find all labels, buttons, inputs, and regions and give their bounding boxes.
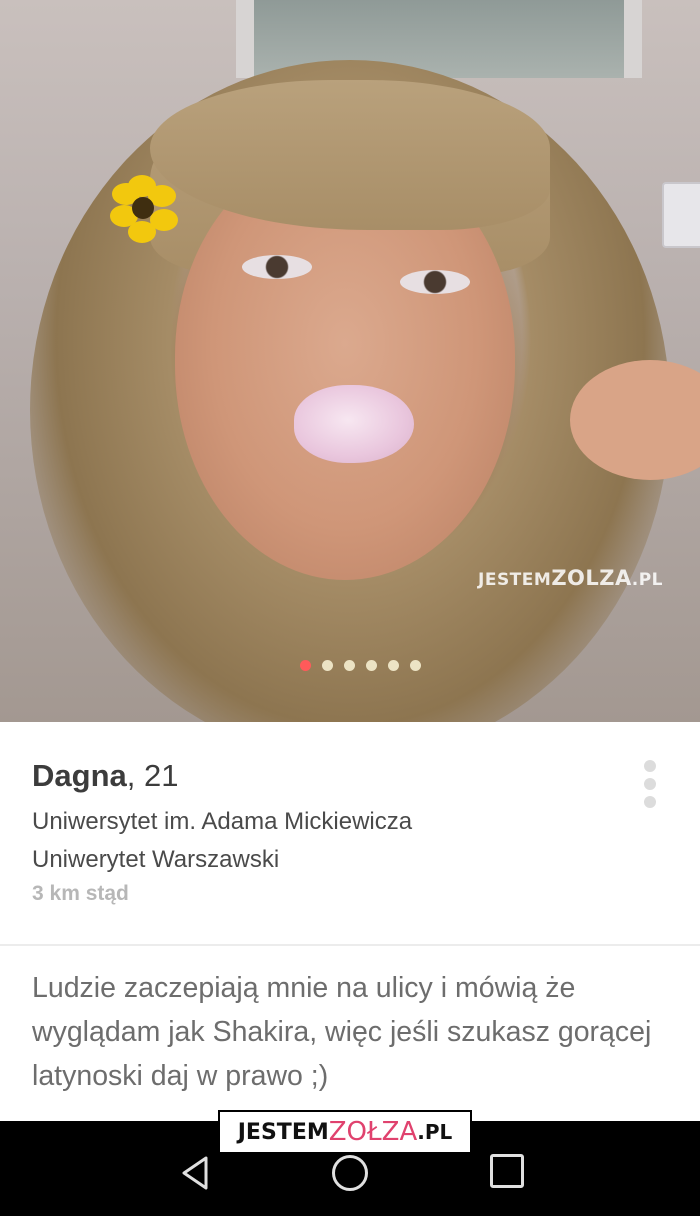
profile-age: , 21: [126, 758, 179, 793]
divider: [0, 944, 700, 946]
page-dot[interactable]: [388, 660, 399, 671]
left-eye: [242, 255, 312, 279]
profile-name: Dagna: [32, 758, 127, 793]
profile-name-age: Dagna, 21: [32, 758, 178, 794]
profile-bio: Ludzie zaczepiają mnie na ulicy i mówią …: [32, 972, 652, 1092]
back-triangle-icon[interactable]: [176, 1153, 216, 1193]
recent-apps-square-icon[interactable]: [490, 1154, 524, 1188]
profile-distance: 3 km stąd: [32, 882, 129, 905]
vertical-dots-icon[interactable]: [638, 760, 662, 808]
page-dot[interactable]: [344, 660, 355, 671]
profile-info-card: Dagna, 21 Uniwersytet im. Adama Mickiewi…: [0, 722, 700, 944]
site-logo: JESTEM ZOŁZA .PL: [218, 1110, 472, 1154]
sunflower-icon: [110, 175, 178, 245]
page-dot[interactable]: [366, 660, 377, 671]
background-light-switch: [662, 182, 700, 248]
home-circle-icon[interactable]: [332, 1155, 368, 1191]
page-dot[interactable]: [322, 660, 333, 671]
photo-page-indicator[interactable]: [300, 660, 421, 671]
profile-school-2: Uniwerytet Warszawski: [32, 846, 280, 873]
right-eye: [400, 270, 470, 294]
photo-watermark: JESTEMZOLZA.PL: [478, 566, 664, 590]
pink-lips: [294, 385, 414, 463]
profile-school-1: Uniwersytet im. Adama Mickiewicza: [32, 808, 413, 835]
profile-photo[interactable]: JESTEMZOLZA.PL: [0, 0, 700, 722]
page-dot-active[interactable]: [300, 660, 311, 671]
page-dot[interactable]: [410, 660, 421, 671]
